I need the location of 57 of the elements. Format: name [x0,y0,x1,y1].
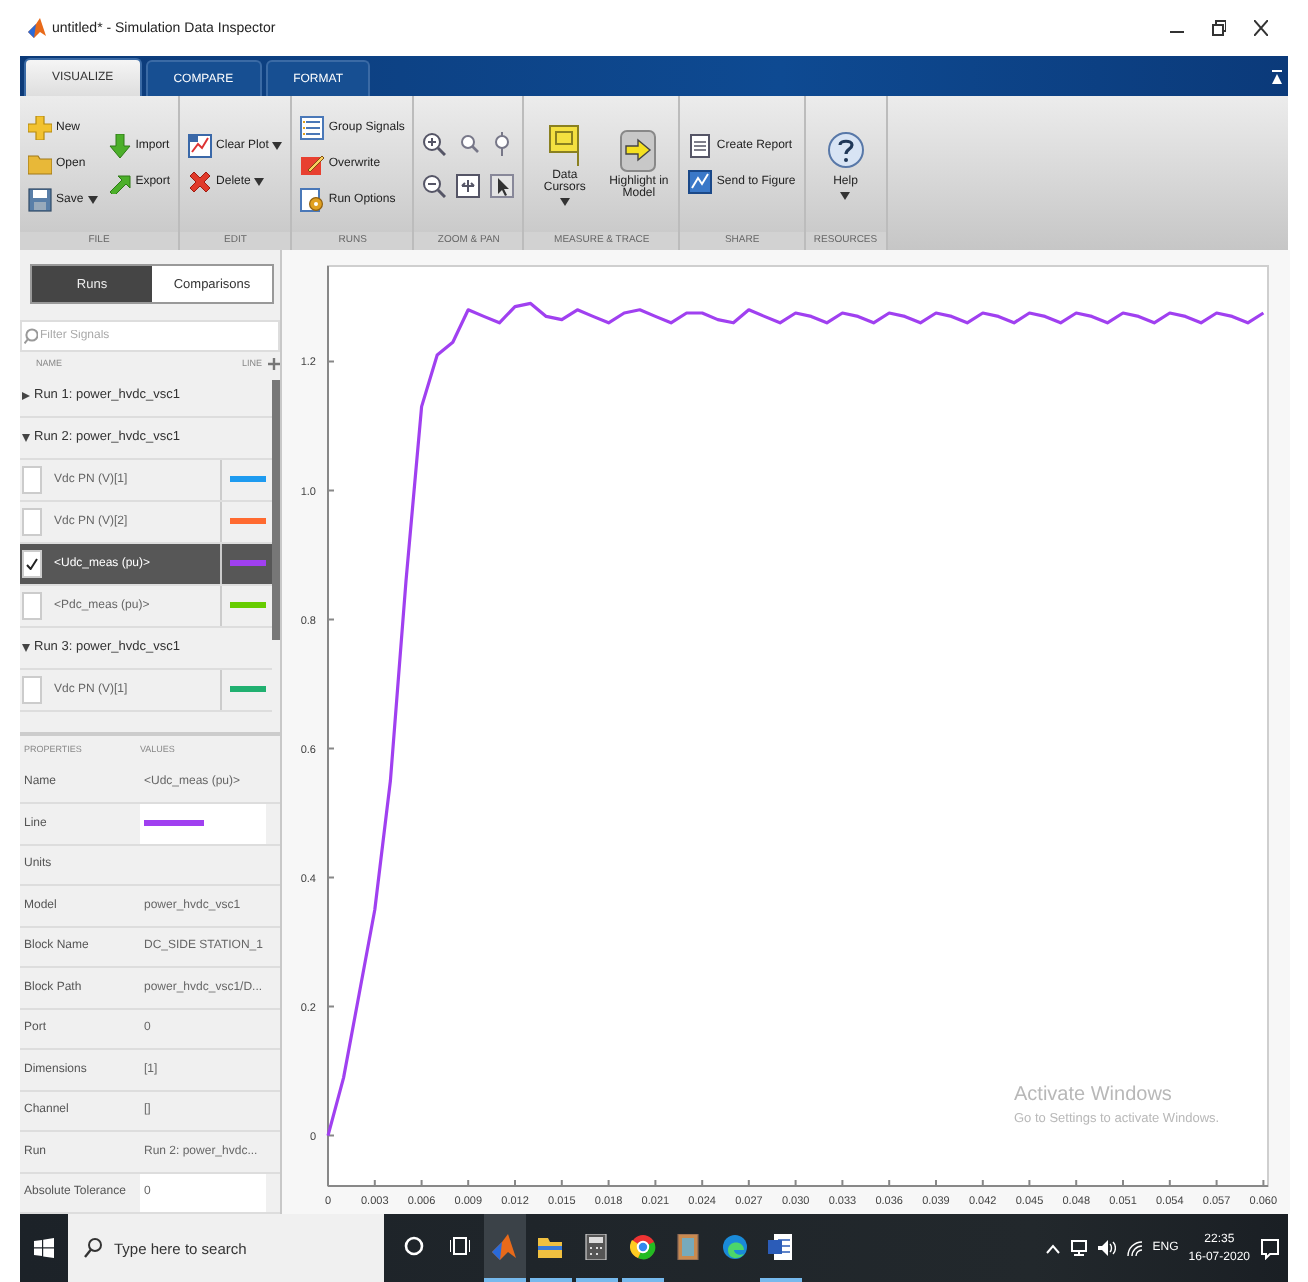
arrow-right-icon [620,129,657,171]
folder-icon [28,152,52,176]
list-icon [300,116,325,140]
checkbox[interactable] [22,465,42,494]
document-icon [768,1233,794,1259]
activation-title: Activate Windows [1014,1084,1174,1106]
close-icon[interactable] [1254,20,1268,36]
caret-icon [87,196,98,204]
checkmark-icon [26,557,38,570]
plus-icon [28,116,52,140]
arrow-icon [107,170,132,194]
speaker-icon[interactable] [1098,1240,1117,1256]
zoom-out-icon[interactable] [422,173,447,197]
peak-icon [492,1233,518,1259]
collapse-icon[interactable] [1272,69,1282,83]
property-value-field[interactable] [140,804,266,843]
checkbox[interactable] [22,549,42,578]
checkbox[interactable] [22,591,42,620]
zoom-icon[interactable] [456,131,481,155]
caret-icon [272,142,283,150]
caret-icon [559,197,570,205]
triangle-right-icon[interactable] [22,391,30,400]
network-icon[interactable] [1070,1240,1089,1256]
windows-logo-icon[interactable] [34,1238,54,1258]
chevron-up-icon[interactable] [1046,1243,1061,1253]
caret-icon [254,178,265,186]
triangle-down-icon[interactable] [22,433,30,442]
restore-icon[interactable] [1212,20,1226,36]
peak-icon [28,18,46,38]
arrow-down-icon [107,134,132,158]
swirl-icon [722,1233,748,1259]
calculator-icon [584,1233,610,1259]
caret-icon [840,191,851,199]
task-view-icon[interactable] [449,1236,469,1256]
wifi-icon[interactable] [1126,1240,1143,1256]
pointer-icon[interactable] [490,173,515,197]
checkbox[interactable] [22,675,42,704]
book-icon [676,1233,702,1259]
browser-icon [630,1233,656,1259]
checkbox[interactable] [22,507,42,536]
folder-icon [538,1233,564,1259]
figure-icon [688,170,713,194]
search-icon [84,1238,102,1258]
notification-icon[interactable] [1260,1237,1280,1259]
search-icon [24,327,38,344]
chart-icon [188,134,213,158]
help-icon [827,129,864,171]
cross-icon [188,170,213,194]
plus-icon[interactable] [268,357,280,370]
pencil-icon [300,152,325,176]
scrollbar[interactable] [272,379,280,640]
cursor-box-icon [546,123,583,165]
zoom-in-icon[interactable] [422,131,447,155]
fit-icon[interactable] [456,173,481,197]
triangle-down-icon[interactable] [22,643,30,652]
circle-icon[interactable] [403,1236,423,1256]
document-icon [688,134,713,158]
